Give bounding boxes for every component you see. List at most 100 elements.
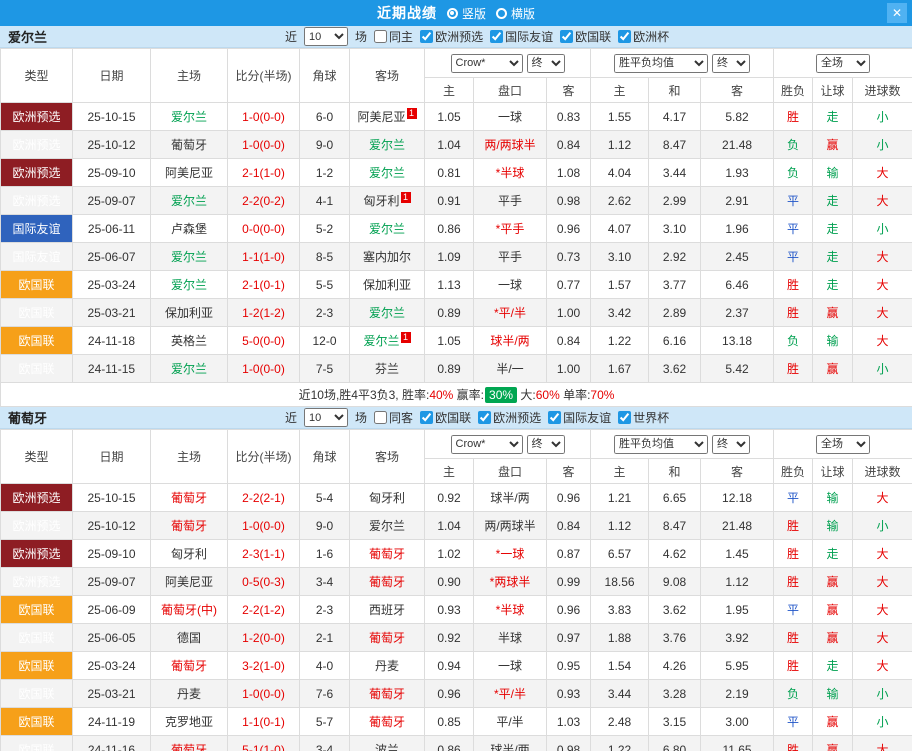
outcome-cell: 平 xyxy=(774,596,813,624)
match-row: 欧国联25-03-24爱尔兰2-1(0-1)5-5保加利亚1.13一球0.771… xyxy=(1,271,912,299)
team-name: 爱尔兰 xyxy=(8,27,47,46)
score-cell: 1-0(0-0) xyxy=(228,680,300,708)
team-name-text: 爱尔兰 xyxy=(171,362,207,376)
euro-draw-odds: 6.16 xyxy=(649,327,701,355)
team-name-text: 匈牙利 xyxy=(171,547,207,561)
checkbox-label: 国际友谊 xyxy=(563,409,611,426)
away-team-cell: 爱尔兰 xyxy=(350,131,425,159)
checkbox-label: 同主 xyxy=(389,28,413,45)
goals-result-cell: 大 xyxy=(853,596,912,624)
competition-filter-checkbox[interactable]: 欧洲预选 xyxy=(420,28,483,45)
summary-row: 近10场,胜4平3负3, 胜率:40% 赢率:30% 大:60% 单率:70% xyxy=(1,383,912,407)
goals-result-cell: 小 xyxy=(853,131,912,159)
goals-result-cell: 大 xyxy=(853,299,912,327)
stage2-select[interactable]: 终 xyxy=(712,54,750,73)
competition-filter-checkbox[interactable]: 国际友谊 xyxy=(548,409,611,426)
match-row: 欧国联24-11-18英格兰5-0(0-0)12-0爱尔兰11.05球半/两0.… xyxy=(1,327,912,355)
outcome-cell: 平 xyxy=(774,243,813,271)
checkbox-input[interactable] xyxy=(374,30,387,43)
match-row: 欧国联25-03-24葡萄牙3-2(1-0)4-0丹麦0.94一球0.951.5… xyxy=(1,652,912,680)
competition-filter-checkbox[interactable]: 欧洲预选 xyxy=(478,409,541,426)
stage2-select[interactable]: 终 xyxy=(712,435,750,454)
bookmaker-select[interactable]: Crow* xyxy=(451,54,523,73)
checkbox-input[interactable] xyxy=(618,30,631,43)
checkbox-input[interactable] xyxy=(478,411,491,424)
radio-label-text: 竖版 xyxy=(462,5,486,22)
outcome-cell: 胜 xyxy=(774,299,813,327)
away-team-cell: 爱尔兰 xyxy=(350,215,425,243)
corners-cell: 2-3 xyxy=(300,299,350,327)
handicap-result-cell: 走 xyxy=(813,243,853,271)
checkbox-input[interactable] xyxy=(490,30,503,43)
outcome-cell: 胜 xyxy=(774,540,813,568)
team-name: 葡萄牙 xyxy=(8,408,47,427)
asia-handicap-line: *平/半 xyxy=(474,680,547,708)
match-date: 25-03-21 xyxy=(73,680,151,708)
column-header: 进球数 xyxy=(853,459,912,484)
checkbox-input[interactable] xyxy=(420,30,433,43)
competition-filter-checkbox[interactable]: 欧国联 xyxy=(420,409,471,426)
competition-type: 欧国联 xyxy=(1,680,73,708)
stage1-select[interactable]: 终 xyxy=(527,435,565,454)
euro-away-odds: 1.45 xyxy=(701,540,774,568)
away-team-cell: 爱尔兰 xyxy=(350,512,425,540)
match-count-select[interactable]: 10 xyxy=(304,27,348,46)
competition-type: 国际友谊 xyxy=(1,215,73,243)
competition-filter-checkbox[interactable]: 国际友谊 xyxy=(490,28,553,45)
checkbox-input[interactable] xyxy=(374,411,387,424)
match-row: 欧洲预选25-09-10阿美尼亚2-1(1-0)1-2爱尔兰0.81*半球1.0… xyxy=(1,159,912,187)
outcome-cell: 负 xyxy=(774,680,813,708)
matches-table: 类型日期主场比分(半场)角球客场Crow*终胜平负均值终全场主盘口客主和客胜负让… xyxy=(0,429,912,751)
summary-cell: 近10场,胜4平3负3, 胜率:40% 赢率:30% 大:60% 单率:70% xyxy=(1,383,912,407)
close-button[interactable]: ✕ xyxy=(887,3,907,23)
column-header: 胜负 xyxy=(774,78,813,103)
competition-type: 欧国联 xyxy=(1,596,73,624)
asia-away-odds: 1.00 xyxy=(547,299,591,327)
checkbox-label: 欧洲杯 xyxy=(633,28,669,45)
competition-filter-checkbox[interactable]: 同客 xyxy=(374,409,413,426)
euro-away-odds: 5.95 xyxy=(701,652,774,680)
avg-select[interactable]: 胜平负均值 xyxy=(614,435,708,454)
corners-cell: 2-3 xyxy=(300,596,350,624)
corners-cell: 12-0 xyxy=(300,327,350,355)
match-date: 25-03-24 xyxy=(73,271,151,299)
checkbox-input[interactable] xyxy=(618,411,631,424)
matches-table: 类型日期主场比分(半场)角球客场Crow*终胜平负均值终全场主盘口客主和客胜负让… xyxy=(0,48,912,407)
bookmaker-select[interactable]: Crow* xyxy=(451,435,523,454)
euro-draw-odds: 8.47 xyxy=(649,131,701,159)
avg-select[interactable]: 胜平负均值 xyxy=(614,54,708,73)
handicap-result-cell: 输 xyxy=(813,159,853,187)
competition-filter-checkbox[interactable]: 欧洲杯 xyxy=(618,28,669,45)
score-cell: 0-0(0-0) xyxy=(228,215,300,243)
euro-away-odds: 11.65 xyxy=(701,736,774,751)
stage1-select[interactable]: 终 xyxy=(527,54,565,73)
away-team-cell: 葡萄牙 xyxy=(350,624,425,652)
competition-type: 欧国联 xyxy=(1,708,73,736)
competition-filter-checkbox[interactable]: 欧国联 xyxy=(560,28,611,45)
home-team-cell: 葡萄牙 xyxy=(151,652,228,680)
scope-select[interactable]: 全场 xyxy=(816,54,870,73)
column-header: 客 xyxy=(701,78,774,103)
away-team-cell: 丹麦 xyxy=(350,652,425,680)
corners-cell: 5-5 xyxy=(300,271,350,299)
corners-cell: 4-1 xyxy=(300,187,350,215)
score-cell: 5-1(1-0) xyxy=(228,736,300,751)
score-cell: 2-2(2-1) xyxy=(228,484,300,512)
asia-home-odds: 0.92 xyxy=(425,484,474,512)
competition-filter-checkbox[interactable]: 世界杯 xyxy=(618,409,669,426)
layout-radio-vertical[interactable]: 竖版 xyxy=(447,5,486,22)
layout-radio-horizontal[interactable]: 横版 xyxy=(496,5,535,22)
outcome-cell: 平 xyxy=(774,215,813,243)
competition-filter-checkbox[interactable]: 同主 xyxy=(374,28,413,45)
column-header: 角球 xyxy=(300,49,350,103)
checkbox-input[interactable] xyxy=(420,411,433,424)
section-controls: 近10场同主欧洲预选国际友谊欧国联欧洲杯 xyxy=(285,27,669,46)
checkbox-input[interactable] xyxy=(560,30,573,43)
euro-home-odds: 1.22 xyxy=(591,736,649,751)
scope-select[interactable]: 全场 xyxy=(816,435,870,454)
checkbox-input[interactable] xyxy=(548,411,561,424)
score-cell: 2-1(0-1) xyxy=(228,271,300,299)
match-count-select[interactable]: 10 xyxy=(304,408,348,427)
asia-handicap-line: *两球半 xyxy=(474,568,547,596)
asia-odds-filter-cell: Crow*终 xyxy=(425,430,591,459)
